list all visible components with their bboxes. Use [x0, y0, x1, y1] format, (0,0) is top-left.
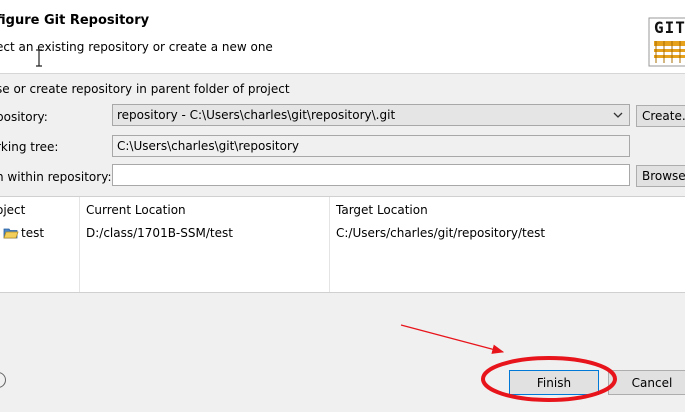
- text-cursor-icon: [36, 49, 42, 67]
- working-tree-field: C:\Users\charles\git\repository: [112, 135, 630, 157]
- repository-combo[interactable]: repository - C:\Users\charles\git\reposi…: [112, 104, 630, 126]
- project-folder-icon: [3, 228, 19, 239]
- dialog-header: figure Git Repository ect an existing re…: [0, 0, 685, 74]
- path-within-repository-input[interactable]: [112, 164, 630, 186]
- help-icon[interactable]: [0, 372, 6, 388]
- parent-folder-checkbox-label[interactable]: se or create repository in parent folder…: [0, 82, 290, 96]
- path-within-repository-label: h within repository:: [0, 170, 112, 184]
- project-table: oject Current Location Target Location t…: [0, 196, 685, 293]
- create-button[interactable]: Create...: [636, 105, 685, 127]
- header-target-location[interactable]: Target Location: [336, 203, 428, 217]
- cancel-button[interactable]: Cancel: [608, 370, 685, 395]
- column-separator: [79, 197, 80, 292]
- finish-button[interactable]: Finish: [509, 370, 599, 395]
- annotation-arrow: [400, 324, 505, 354]
- table-row-project[interactable]: test: [21, 226, 44, 240]
- working-tree-label: rking tree:: [0, 140, 59, 154]
- table-row-target-location[interactable]: C:/Users/charles/git/repository/test: [336, 226, 545, 240]
- column-separator: [329, 197, 330, 292]
- browse-button[interactable]: Browse: [636, 165, 685, 187]
- repository-label: pository:: [0, 110, 48, 124]
- git-logo-text: GIT: [654, 18, 685, 37]
- header-project[interactable]: oject: [0, 203, 25, 217]
- header-current-location[interactable]: Current Location: [86, 203, 186, 217]
- dialog-title: figure Git Repository: [0, 13, 150, 28]
- table-row-current-location[interactable]: D:/class/1701B-SSM/test: [86, 226, 233, 240]
- chevron-down-icon: [613, 112, 623, 118]
- repository-combo-value: repository - C:\Users\charles\git\reposi…: [117, 108, 396, 122]
